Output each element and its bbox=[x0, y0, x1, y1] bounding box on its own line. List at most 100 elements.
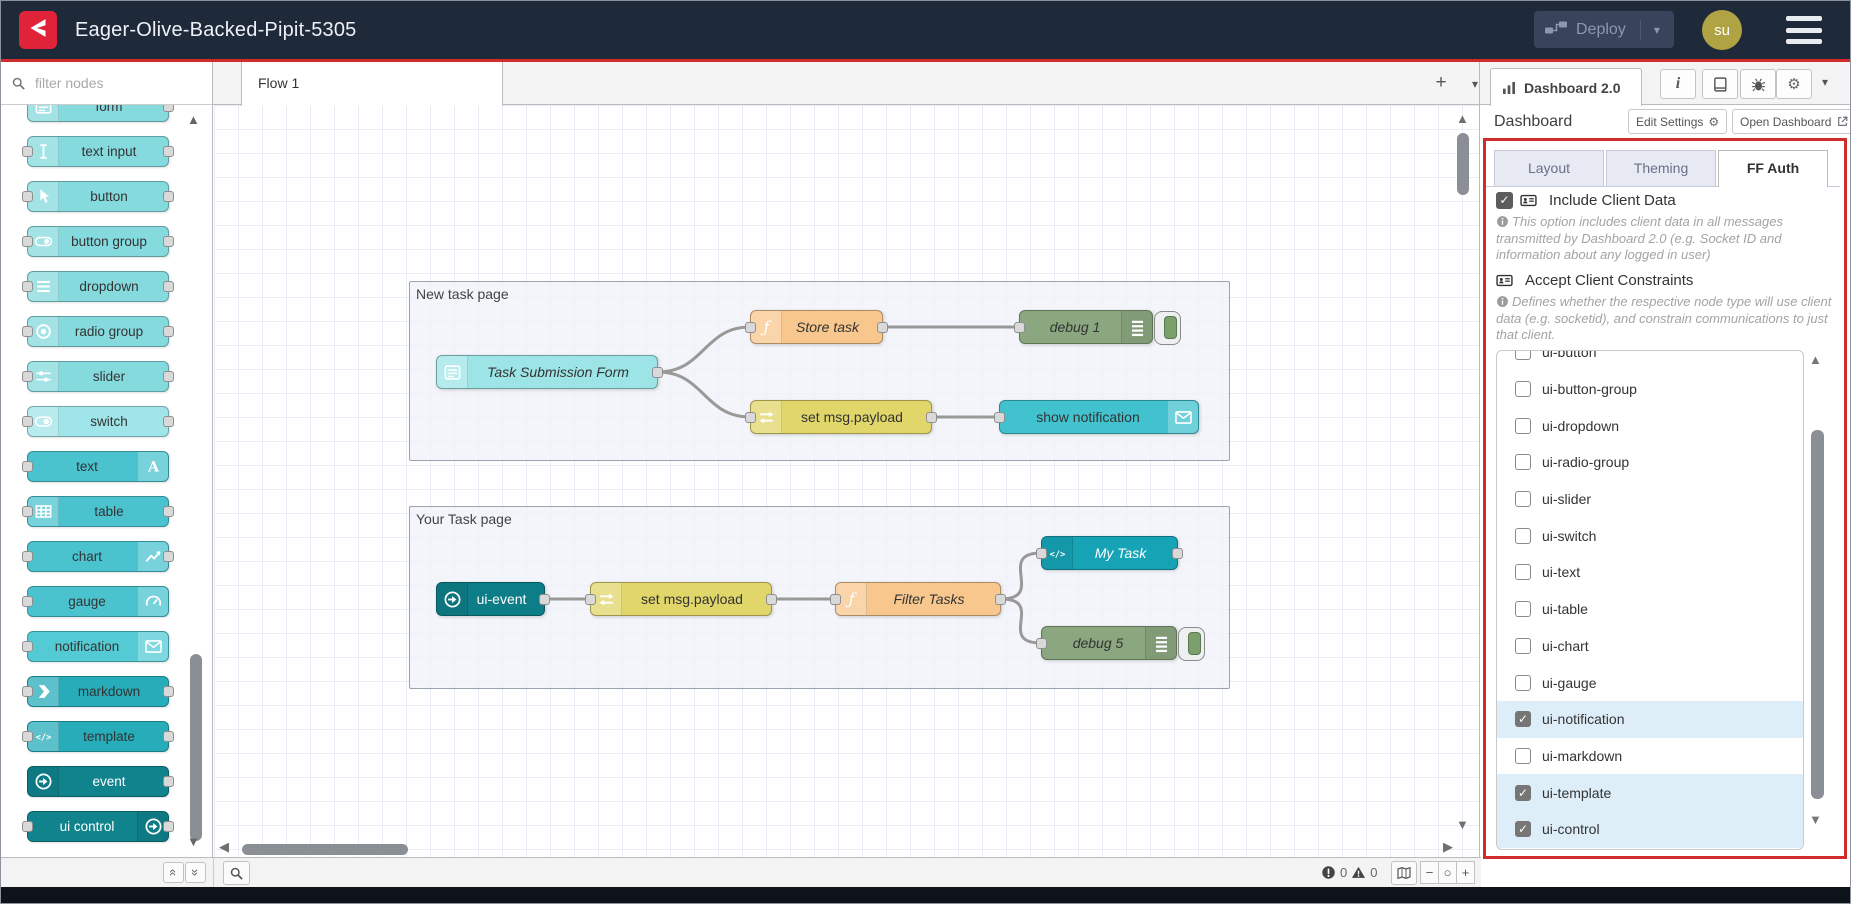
include-client-data-checkbox[interactable] bbox=[1496, 192, 1513, 209]
constraint-row-ui-slider[interactable]: ui-slider bbox=[1497, 481, 1803, 518]
search-input[interactable] bbox=[33, 74, 177, 92]
node-input-port[interactable] bbox=[22, 596, 33, 607]
constraint-row-ui-markdown[interactable]: ui-markdown bbox=[1497, 738, 1803, 775]
node-input-port[interactable] bbox=[22, 641, 33, 652]
constraint-row-ui-button-group[interactable]: ui-button-group bbox=[1497, 371, 1803, 408]
debug-toggle-button[interactable] bbox=[1154, 311, 1181, 345]
constraint-row-ui-text[interactable]: ui-text bbox=[1497, 554, 1803, 591]
node-output-port[interactable] bbox=[1172, 548, 1183, 559]
node-input-port[interactable] bbox=[22, 236, 33, 247]
node-input-port[interactable] bbox=[585, 594, 596, 605]
sidebar-debug-button[interactable] bbox=[1740, 69, 1776, 99]
palette-node-gauge[interactable]: gauge bbox=[27, 586, 169, 617]
node-input-port[interactable] bbox=[22, 191, 33, 202]
node-input-port[interactable] bbox=[1036, 638, 1047, 649]
constraint-row-ui-button[interactable]: ui-button bbox=[1497, 350, 1803, 371]
list-scroll-up-icon[interactable]: ▲ bbox=[1809, 352, 1822, 367]
flow-tab[interactable]: Flow 1 bbox=[241, 62, 503, 106]
constraint-row-ui-gauge[interactable]: ui-gauge bbox=[1497, 664, 1803, 701]
node-input-port[interactable] bbox=[22, 551, 33, 562]
constraint-checkbox[interactable] bbox=[1515, 785, 1531, 801]
node-input-port[interactable] bbox=[22, 326, 33, 337]
palette-node-button-group[interactable]: button group bbox=[27, 226, 169, 257]
node-input-port[interactable] bbox=[22, 461, 33, 472]
constraint-checkbox[interactable] bbox=[1515, 350, 1531, 360]
node-output-port[interactable] bbox=[995, 594, 1006, 605]
list-scrollbar-thumb[interactable] bbox=[1811, 430, 1824, 799]
node-output-port[interactable] bbox=[163, 731, 174, 742]
canvas-horizontal-scrollbar-thumb[interactable] bbox=[242, 844, 408, 855]
node-output-port[interactable] bbox=[163, 371, 174, 382]
palette-expand-all-button[interactable]: » bbox=[185, 862, 206, 883]
toggle-navigator-button[interactable] bbox=[1391, 861, 1417, 885]
node-output-port[interactable] bbox=[163, 506, 174, 517]
settings-tab-FF-Auth[interactable]: FF Auth bbox=[1718, 150, 1828, 187]
deploy-options-caret-icon[interactable]: ▾ bbox=[1654, 23, 1660, 37]
zoom-reset-button[interactable]: ○ bbox=[1438, 861, 1457, 884]
constraint-checkbox[interactable] bbox=[1515, 528, 1531, 544]
sidebar-config-button[interactable]: ⚙ bbox=[1776, 69, 1812, 99]
palette-node-ui-control[interactable]: ui control bbox=[27, 811, 169, 842]
node-output-port[interactable] bbox=[539, 594, 550, 605]
node-input-port[interactable] bbox=[22, 371, 33, 382]
palette-node-text[interactable]: Atext bbox=[27, 451, 169, 482]
palette-node-form[interactable]: form bbox=[27, 105, 169, 122]
node-input-port[interactable] bbox=[22, 416, 33, 427]
open-dashboard-button[interactable]: Open Dashboard bbox=[1732, 109, 1851, 134]
settings-tab-Theming[interactable]: Theming bbox=[1606, 150, 1716, 187]
main-menu-button[interactable] bbox=[1786, 16, 1822, 44]
constraint-checkbox[interactable] bbox=[1515, 381, 1531, 397]
node-output-port[interactable] bbox=[163, 416, 174, 427]
node-input-port[interactable] bbox=[994, 412, 1005, 423]
constraint-row-ui-control[interactable]: ui-control bbox=[1497, 811, 1803, 848]
node-input-port[interactable] bbox=[745, 322, 756, 333]
node-input-port[interactable] bbox=[1036, 548, 1047, 559]
constraint-checkbox[interactable] bbox=[1515, 675, 1531, 691]
constraint-row-ui-notification[interactable]: ui-notification bbox=[1497, 701, 1803, 738]
palette-node-notification[interactable]: notification bbox=[27, 631, 169, 662]
constraint-checkbox[interactable] bbox=[1515, 638, 1531, 654]
constraint-row-ui-switch[interactable]: ui-switch bbox=[1497, 517, 1803, 554]
constraint-checkbox[interactable] bbox=[1515, 821, 1531, 837]
sidebar-tab-dashboard[interactable]: Dashboard 2.0 bbox=[1490, 68, 1642, 106]
palette-node-markdown[interactable]: markdown bbox=[27, 676, 169, 707]
palette-node-chart[interactable]: chart bbox=[27, 541, 169, 572]
palette-node-dropdown[interactable]: dropdown bbox=[27, 271, 169, 302]
flow-node-Task-Submission-Form[interactable]: Task Submission Form bbox=[436, 355, 658, 389]
constraint-row-ui-template[interactable]: ui-template bbox=[1497, 774, 1803, 811]
flow-node-set-msg-payload[interactable]: set msg.payload bbox=[750, 400, 932, 434]
node-input-port[interactable] bbox=[745, 412, 756, 423]
palette-node-table[interactable]: table bbox=[27, 496, 169, 527]
debug-toggle-button[interactable] bbox=[1178, 627, 1205, 661]
flow-node-Filter-Tasks[interactable]: ƒFilter Tasks bbox=[835, 582, 1001, 616]
sidebar-help-button[interactable] bbox=[1702, 69, 1738, 99]
flow-node-ui-event[interactable]: ui-event bbox=[436, 582, 545, 616]
flow-canvas[interactable]: ▲ ▼ ◀ ▶ New task pageYour Task pageTask … bbox=[214, 105, 1481, 857]
constraint-checkbox[interactable] bbox=[1515, 748, 1531, 764]
node-output-port[interactable] bbox=[877, 322, 888, 333]
constraint-checkbox[interactable] bbox=[1515, 454, 1531, 470]
constraint-row-ui-dropdown[interactable]: ui-dropdown bbox=[1497, 407, 1803, 444]
canvas-scroll-left-icon[interactable]: ◀ bbox=[219, 839, 229, 855]
node-output-port[interactable] bbox=[163, 551, 174, 562]
constraint-checkbox[interactable] bbox=[1515, 418, 1531, 434]
constraint-checkbox[interactable] bbox=[1515, 601, 1531, 617]
palette-node-button[interactable]: button bbox=[27, 181, 169, 212]
deploy-button[interactable]: Deploy ▾ bbox=[1534, 11, 1674, 48]
constraint-checkbox[interactable] bbox=[1515, 564, 1531, 580]
node-input-port[interactable] bbox=[830, 594, 841, 605]
node-input-port[interactable] bbox=[1014, 322, 1025, 333]
flow-node-show-notification[interactable]: show notification bbox=[999, 400, 1199, 434]
flowfuse-logo[interactable] bbox=[19, 11, 57, 49]
palette-collapse-all-button[interactable]: « bbox=[163, 862, 184, 883]
flow-node-Store-task[interactable]: ƒStore task bbox=[750, 310, 883, 344]
palette-node-radio-group[interactable]: radio group bbox=[27, 316, 169, 347]
node-output-port[interactable] bbox=[163, 686, 174, 697]
list-scroll-down-icon[interactable]: ▼ bbox=[1809, 812, 1822, 827]
flow-node-debug-1[interactable]: debug 1 bbox=[1019, 310, 1153, 344]
settings-tab-Layout[interactable]: Layout bbox=[1494, 150, 1604, 187]
node-output-port[interactable] bbox=[163, 105, 174, 112]
zoom-in-button[interactable]: + bbox=[1456, 861, 1475, 884]
constraint-row-ui-chart[interactable]: ui-chart bbox=[1497, 628, 1803, 665]
node-output-port[interactable] bbox=[163, 281, 174, 292]
